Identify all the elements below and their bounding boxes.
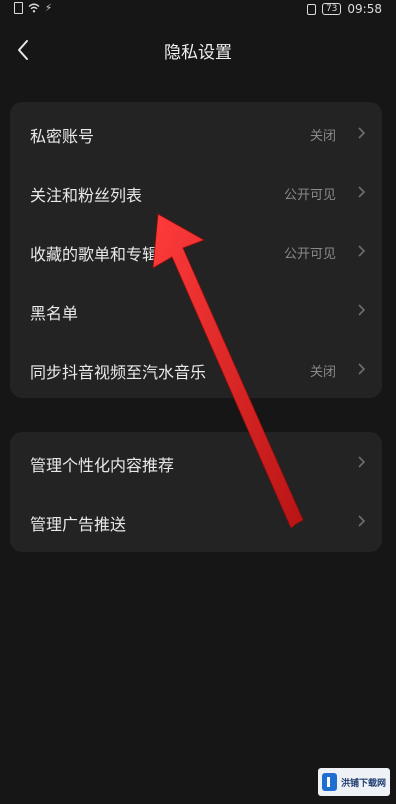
vibrate-icon: [306, 3, 316, 15]
status-time: 09:58: [347, 2, 382, 16]
setting-value: 公开可见: [283, 188, 336, 203]
setting-label: 私密账号: [30, 127, 95, 146]
setting-value: 关闭: [309, 365, 336, 380]
nav-bar: 隐私设置: [0, 26, 396, 74]
setting-label: 黑名单: [30, 304, 79, 323]
recommendation-settings-group: 管理个性化内容推荐 管理广告推送: [10, 432, 382, 552]
chevron-right-icon: [358, 245, 366, 257]
page-title: 隐私设置: [164, 43, 232, 63]
battery-icon: 73: [321, 3, 342, 15]
status-bar-left: ⚡: [14, 2, 52, 14]
setting-label: 管理个性化内容推荐: [30, 456, 175, 475]
setting-row-blacklist[interactable]: 黑名单: [10, 281, 382, 340]
setting-row-personalized-recommendation[interactable]: 管理个性化内容推荐: [10, 433, 382, 492]
sim-icon: [14, 2, 23, 14]
setting-label: 同步抖音视频至汽水音乐: [30, 363, 207, 382]
chevron-right-icon: [358, 363, 366, 375]
watermark-logo-icon: [322, 773, 337, 791]
setting-label: 收藏的歌单和专辑: [30, 245, 159, 264]
chevron-right-icon: [358, 127, 366, 139]
setting-row-favorite-playlists[interactable]: 收藏的歌单和专辑 公开可见: [10, 222, 382, 281]
setting-row-private-account[interactable]: 私密账号 关闭: [10, 104, 382, 163]
setting-row-ad-push[interactable]: 管理广告推送: [10, 492, 382, 551]
status-bar: ⚡ 73 09:58: [0, 0, 396, 20]
watermark: 洪铺下载网: [318, 768, 390, 796]
chevron-right-icon: [358, 304, 366, 316]
chevron-right-icon: [358, 186, 366, 198]
privacy-settings-group: 私密账号 关闭 关注和粉丝列表 公开可见 收藏的歌单和专辑 公开可见 黑名单 同…: [10, 102, 382, 398]
privacy-settings-screen: ⚡ 73 09:58 隐私设置 私密账号 关闭 关注和粉丝列表 公开可见 收藏的: [0, 0, 396, 804]
setting-label: 管理广告推送: [30, 515, 127, 534]
data-icon: ⚡: [45, 2, 53, 14]
setting-value: 公开可见: [283, 247, 336, 262]
watermark-text: 洪铺下载网: [340, 778, 386, 789]
setting-row-follow-fans-list[interactable]: 关注和粉丝列表 公开可见: [10, 163, 382, 222]
chevron-right-icon: [358, 515, 366, 527]
wifi-icon: [28, 3, 40, 13]
setting-row-sync-douyin[interactable]: 同步抖音视频至汽水音乐 关闭: [10, 340, 382, 399]
setting-label: 关注和粉丝列表: [30, 186, 143, 205]
setting-value: 关闭: [309, 129, 336, 144]
status-bar-right: 73 09:58: [306, 2, 382, 16]
chevron-right-icon: [358, 456, 366, 468]
